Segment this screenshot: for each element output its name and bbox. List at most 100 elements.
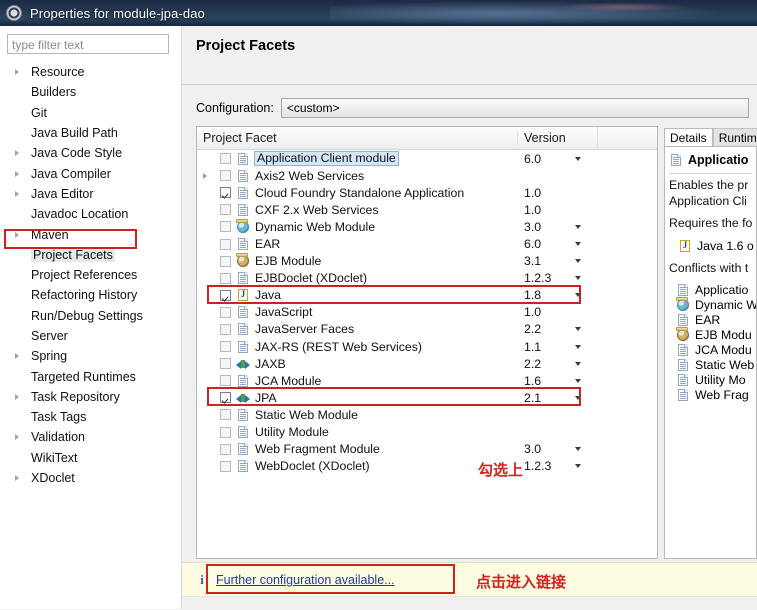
chevron-down-icon[interactable] xyxy=(575,395,581,400)
sidebar-item-project-facets[interactable]: Project Facets xyxy=(0,245,182,265)
chevron-right-icon[interactable] xyxy=(15,170,19,177)
sidebar-item-validation[interactable]: Validation xyxy=(0,427,182,447)
facet-checkbox[interactable] xyxy=(220,358,231,370)
further-configuration-link[interactable]: Further configuration available... xyxy=(216,573,395,587)
chevron-right-icon[interactable] xyxy=(15,475,19,482)
chevron-down-icon[interactable] xyxy=(575,344,581,349)
sidebar-item-java-editor[interactable]: Java Editor xyxy=(0,184,182,204)
sidebar-item-task-tags[interactable]: Task Tags xyxy=(0,407,182,427)
chevron-down-icon[interactable] xyxy=(575,447,581,452)
table-row[interactable]: JAX-RS (REST Web Services) 1.1 xyxy=(197,338,657,355)
facet-checkbox[interactable] xyxy=(220,187,231,199)
table-row[interactable]: WebDoclet (XDoclet) 1.2.3 xyxy=(197,458,657,475)
table-row[interactable]: JavaScript 1.0 xyxy=(197,304,657,321)
sidebar-item-maven[interactable]: Maven xyxy=(0,224,182,244)
sidebar-item-run-debug-settings[interactable]: Run/Debug Settings xyxy=(0,306,182,326)
column-header-project-facet[interactable]: Project Facet xyxy=(197,131,517,145)
doc-icon xyxy=(236,442,250,456)
table-row[interactable]: JCA Module 1.6 xyxy=(197,372,657,389)
chevron-right-icon[interactable] xyxy=(15,69,19,76)
facet-checkbox[interactable] xyxy=(220,323,231,335)
table-row[interactable]: JAXB 2.2 xyxy=(197,355,657,372)
facet-checkbox[interactable] xyxy=(220,221,231,233)
facet-checkbox[interactable] xyxy=(220,204,231,216)
facet-checkbox[interactable] xyxy=(220,375,231,387)
sidebar-item-targeted-runtimes[interactable]: Targeted Runtimes xyxy=(0,366,182,386)
chevron-right-icon[interactable] xyxy=(15,231,19,238)
info-bar: i Further configuration available... xyxy=(182,562,757,597)
facet-checkbox[interactable] xyxy=(220,153,231,165)
chevron-right-icon[interactable] xyxy=(15,434,19,441)
facet-checkbox[interactable] xyxy=(220,409,231,421)
chevron-down-icon[interactable] xyxy=(575,259,581,264)
doc-icon xyxy=(236,152,250,166)
facet-checkbox[interactable] xyxy=(220,426,231,438)
java-icon xyxy=(236,288,250,302)
facet-checkbox[interactable] xyxy=(220,170,231,182)
facet-checkbox[interactable] xyxy=(220,392,231,404)
details-panel: Details Runtim Applicatio Enables the pr … xyxy=(664,126,757,559)
chevron-down-icon[interactable] xyxy=(575,327,581,332)
column-header-version[interactable]: Version xyxy=(517,131,597,145)
sidebar-item-git[interactable]: Git xyxy=(0,103,182,123)
table-row[interactable]: Static Web Module xyxy=(197,406,657,423)
table-row[interactable]: Cloud Foundry Standalone Application 1.0 xyxy=(197,184,657,201)
sidebar-item-builders[interactable]: Builders xyxy=(0,82,182,102)
facet-checkbox[interactable] xyxy=(220,443,231,455)
chevron-down-icon[interactable] xyxy=(575,276,581,281)
chevron-right-icon[interactable] xyxy=(15,190,19,197)
chevron-down-icon[interactable] xyxy=(575,361,581,366)
configuration-select[interactable]: <custom> xyxy=(280,98,749,118)
table-row[interactable]: Dynamic Web Module 3.0 xyxy=(197,218,657,235)
doc-icon xyxy=(676,358,690,372)
tab-runtim[interactable]: Runtim xyxy=(712,128,757,147)
filter-input[interactable]: type filter text xyxy=(7,34,169,54)
facet-checkbox[interactable] xyxy=(220,272,231,284)
table-row[interactable]: Web Fragment Module 3.0 xyxy=(197,441,657,458)
chevron-down-icon[interactable] xyxy=(575,464,581,469)
table-row[interactable]: Application Client module 6.0 xyxy=(197,150,657,167)
facet-checkbox[interactable] xyxy=(220,255,231,267)
table-row[interactable]: EAR 6.0 xyxy=(197,235,657,252)
chevron-down-icon[interactable] xyxy=(575,378,581,383)
chevron-right-icon[interactable] xyxy=(203,172,207,179)
facet-checkbox[interactable] xyxy=(220,289,231,301)
chevron-right-icon[interactable] xyxy=(15,393,19,400)
sidebar-item-label: Task Tags xyxy=(31,410,87,425)
sidebar-item-refactoring-history[interactable]: Refactoring History xyxy=(0,285,182,305)
facet-checkbox[interactable] xyxy=(220,460,231,472)
facet-checkbox[interactable] xyxy=(220,341,231,353)
sidebar-item-project-references[interactable]: Project References xyxy=(0,265,182,285)
details-conflict-label: Dynamic W xyxy=(695,298,757,312)
sidebar-item-javadoc-location[interactable]: Javadoc Location xyxy=(0,204,182,224)
table-row[interactable]: EJB Module 3.1 xyxy=(197,253,657,270)
facet-checkbox[interactable] xyxy=(220,306,231,318)
table-row[interactable]: Java 1.8 xyxy=(197,287,657,304)
chevron-down-icon[interactable] xyxy=(575,293,581,298)
table-row[interactable]: EJBDoclet (XDoclet) 1.2.3 xyxy=(197,270,657,287)
sidebar-item-java-compiler[interactable]: Java Compiler xyxy=(0,163,182,183)
sidebar-item-java-code-style[interactable]: Java Code Style xyxy=(0,143,182,163)
tab-details[interactable]: Details xyxy=(664,128,713,147)
sidebar-item-label: Javadoc Location xyxy=(31,207,129,222)
facet-checkbox[interactable] xyxy=(220,238,231,250)
table-row[interactable]: JavaServer Faces 2.2 xyxy=(197,321,657,338)
table-row[interactable]: Axis2 Web Services xyxy=(197,167,657,184)
chevron-down-icon[interactable] xyxy=(575,242,581,247)
chevron-down-icon[interactable] xyxy=(575,156,581,161)
chevron-right-icon[interactable] xyxy=(15,353,19,360)
sidebar-item-spring[interactable]: Spring xyxy=(0,346,182,366)
sidebar-item-server[interactable]: Server xyxy=(0,326,182,346)
sidebar-item-wikitext[interactable]: WikiText xyxy=(0,448,182,468)
sidebar-item-xdoclet[interactable]: XDoclet xyxy=(0,468,182,488)
doc-icon xyxy=(236,186,250,200)
sidebar-item-task-repository[interactable]: Task Repository xyxy=(0,387,182,407)
details-description-line-2: Application Cli xyxy=(669,193,747,208)
table-row[interactable]: Utility Module xyxy=(197,424,657,441)
chevron-right-icon[interactable] xyxy=(15,150,19,157)
table-row[interactable]: JPA 2.1 xyxy=(197,389,657,406)
table-row[interactable]: CXF 2.x Web Services 1.0 xyxy=(197,201,657,218)
sidebar-item-java-build-path[interactable]: Java Build Path xyxy=(0,123,182,143)
sidebar-item-resource[interactable]: Resource xyxy=(0,62,182,82)
chevron-down-icon[interactable] xyxy=(575,224,581,229)
